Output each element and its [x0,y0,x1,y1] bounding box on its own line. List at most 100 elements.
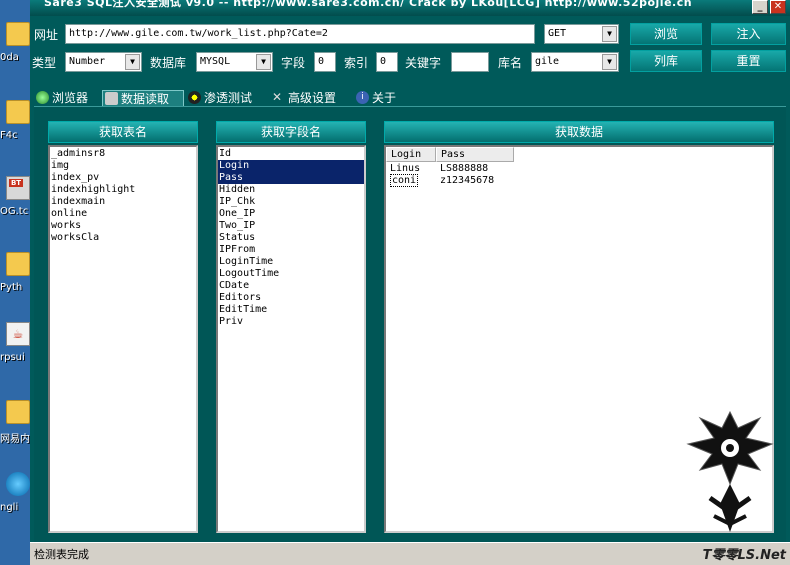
close-button[interactable]: ✕ [770,0,786,14]
status-bar: 检测表完成 T零零LS.Net [30,542,790,565]
dbname-select[interactable]: gile ▼ [531,52,619,72]
list-item[interactable]: LoginTime [218,256,364,268]
url-label: 网址 [34,28,59,42]
list-item[interactable]: indexhighlight [50,184,196,196]
grid-header: Login Pass [386,147,514,162]
index-input[interactable]: 0 [376,52,398,72]
tab-browser[interactable]: 浏览器 [34,90,102,106]
list-item[interactable]: img [50,160,196,172]
chevron-down-icon[interactable]: ▼ [602,54,617,70]
list-item[interactable]: worksCla [50,232,196,244]
column-header-pass[interactable]: Pass [436,147,514,162]
type-label: 类型 [32,56,57,70]
browse-button[interactable]: 浏览 [630,23,702,45]
method-select[interactable]: GET ▼ [544,24,619,44]
db-select-value: MYSQL [200,56,231,67]
chevron-down-icon[interactable]: ▼ [125,54,140,70]
title-bar[interactable]: Sare3 SQL注入安全测试 v9.0 -- http://www.sare3… [30,0,790,16]
list-item[interactable]: Editors [218,292,364,304]
tab-label: 关于 [372,91,397,105]
db-label: 数据库 [150,56,187,70]
keyword-input[interactable] [451,52,489,72]
desktop-icon-folder[interactable]: Pyth [0,252,30,312]
desktop-icon-caption: 0da [0,52,19,63]
window-title: Sare3 SQL注入安全测试 v9.0 -- http://www.sare3… [44,0,693,9]
java-file-icon: ☕ [6,322,30,346]
type-select[interactable]: Number ▼ [65,52,142,72]
field-label: 字段 [281,56,306,70]
desktop-icon-caption: 网易内 [0,434,30,445]
status-text: 检测表完成 [34,548,89,561]
column-header-login[interactable]: Login [386,147,436,162]
data-panel-title: 获取数据 [384,121,774,143]
desktop-icon-folder[interactable]: F4c [0,100,30,160]
list-item[interactable]: Priv [218,316,364,328]
chevron-down-icon[interactable]: ▼ [602,26,617,42]
info-icon: i [356,91,369,104]
cell-pass: z12345678 [440,175,495,186]
globe-icon [36,91,49,104]
list-item[interactable]: IPFrom [218,244,364,256]
list-item-selected[interactable]: Pass [218,172,364,184]
brand-watermark: T零零LS.Net [702,548,786,563]
field-count-input[interactable]: 0 [314,52,336,72]
dbname-select-value: gile [535,56,560,67]
list-item[interactable]: Two_IP [218,220,364,232]
dbname-label: 库名 [498,56,523,70]
tab-advanced[interactable]: ✕ 高级设置 [270,90,352,106]
list-item[interactable]: _adminsr8 [50,148,196,160]
table-row[interactable]: coni z12345678 [386,174,514,187]
desktop-icon-caption: ngli [0,502,19,513]
folder-icon [6,100,30,124]
list-item[interactable]: One_IP [218,208,364,220]
desktop-icon-caption: OG.tc [0,206,29,217]
fields-list[interactable]: Id Login Pass Hidden IP_Chk One_IP Two_I… [216,145,366,533]
list-item[interactable]: EditTime [218,304,364,316]
radiation-icon [188,91,201,104]
list-item[interactable]: LogoutTime [218,268,364,280]
list-item[interactable]: index_pv [50,172,196,184]
focused-cell: coni [390,174,419,187]
list-item[interactable]: indexmain [50,196,196,208]
list-item[interactable]: CDate [218,280,364,292]
desktop-icon-torrent[interactable]: BT OG.tc [0,176,30,236]
desktop-icon-folder[interactable]: 网易内 [0,400,30,460]
folder-icon [6,22,30,46]
app-icon [6,472,30,496]
tab-label: 渗透测试 [204,91,253,105]
db-select[interactable]: MYSQL ▼ [196,52,273,72]
list-item[interactable]: IP_Chk [218,196,364,208]
desktop-icon-java[interactable]: ☕ rpsui [0,322,30,382]
list-item[interactable]: online [50,208,196,220]
list-item[interactable]: works [50,220,196,232]
list-item-selected[interactable]: Login [218,160,364,172]
tools-icon: ✕ [272,90,283,104]
tab-pentest[interactable]: 渗透测试 [186,90,266,106]
method-select-value: GET [548,28,567,39]
desktop-icon-folder[interactable]: 0da [0,22,30,82]
desktop-icon-app[interactable]: ngli [0,472,30,532]
tab-data-read[interactable]: 数据读取 [102,90,184,106]
main-window: Sare3 SQL注入安全测试 v9.0 -- http://www.sare3… [30,0,790,565]
tables-list[interactable]: _adminsr8 img index_pv indexhighlight in… [48,145,198,533]
database-icon [105,92,118,105]
inject-button[interactable]: 注入 [711,23,786,45]
cell-login: coni [386,174,436,187]
reset-button[interactable]: 重置 [711,50,786,72]
desktop-icon-caption: F4c [0,130,18,141]
chevron-down-icon[interactable]: ▼ [256,54,271,70]
list-db-button[interactable]: 列库 [630,50,702,72]
list-item[interactable]: Hidden [218,184,364,196]
list-item[interactable]: Status [218,232,364,244]
fields-panel-title: 获取字段名 [216,121,366,143]
tables-panel-title: 获取表名 [48,121,198,143]
tab-about[interactable]: i 关于 [354,90,410,106]
minimize-button[interactable]: _ [752,0,768,14]
tab-label: 数据读取 [121,92,170,106]
tab-label: 高级设置 [288,91,337,105]
desktop-icon-caption: rpsui [0,352,25,363]
list-item[interactable]: Id [218,148,364,160]
torrent-file-icon: BT [6,176,30,200]
cell-pass: LS888888 [440,163,489,174]
url-input[interactable]: http://www.gile.com.tw/work_list.php?Cat… [65,24,535,44]
